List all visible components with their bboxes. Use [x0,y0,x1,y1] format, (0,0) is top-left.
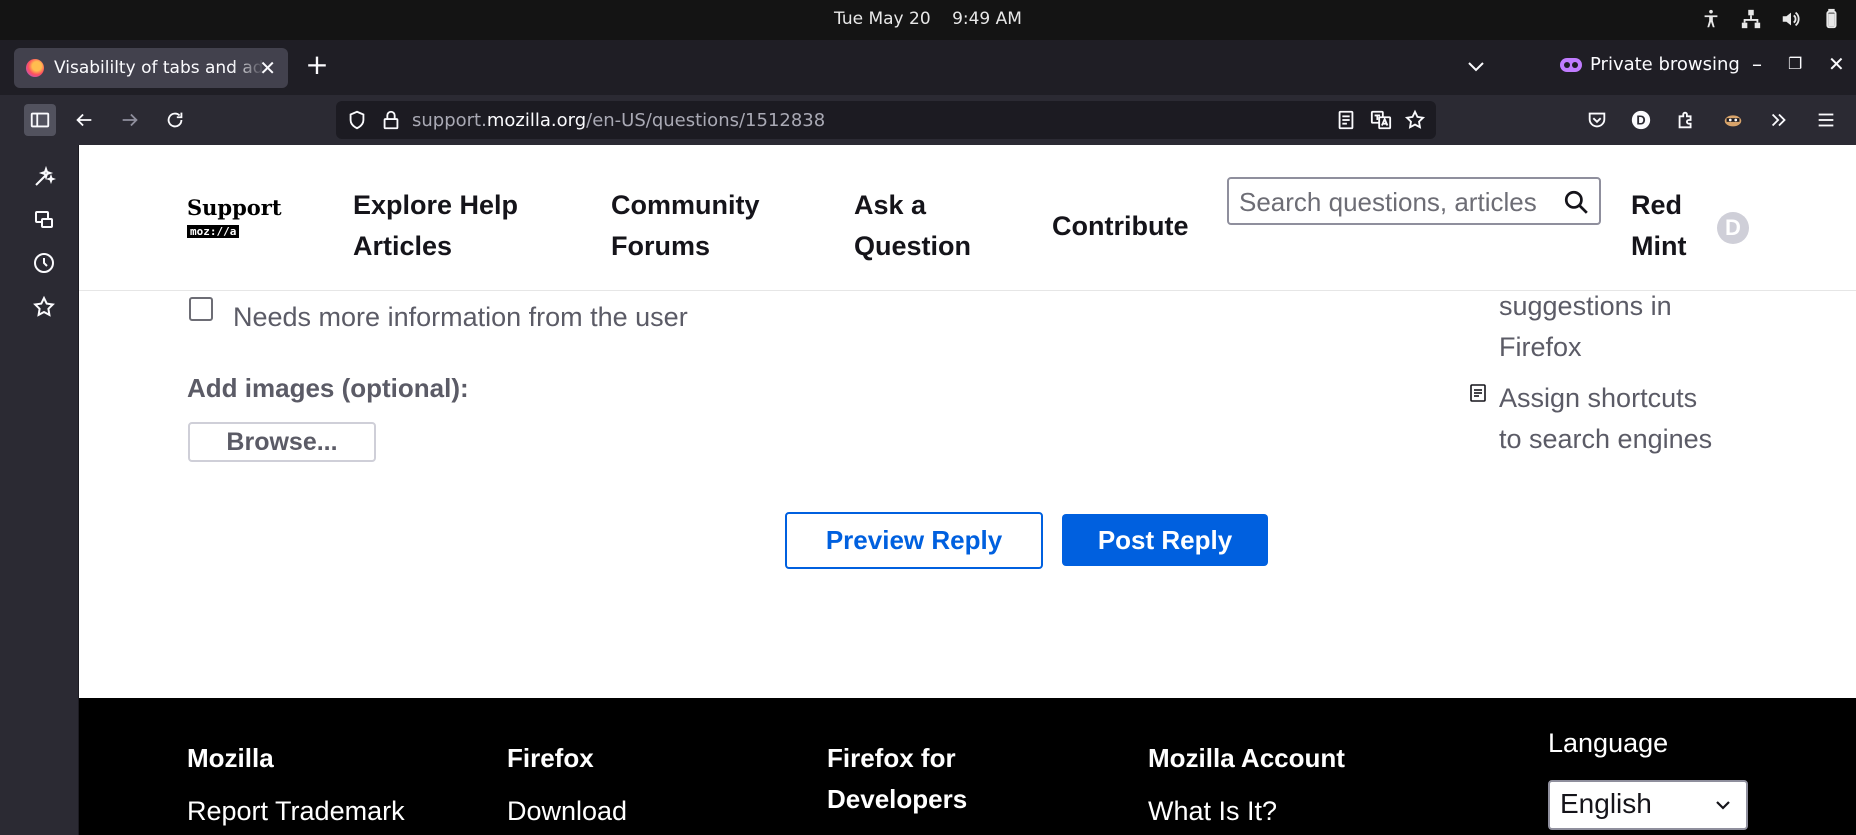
needs-info-label[interactable]: Needs more information from the user [233,302,688,333]
arrow-right-icon [122,113,138,127]
nav-ask-a-question[interactable]: Ask a Question [854,185,971,267]
double-chevron-right-icon [1771,113,1786,127]
system-time: 9:49 AM [952,9,1022,29]
tab-active[interactable]: Visabililty of tabs and add ✕ [14,48,288,88]
related-article-link[interactable]: Assign shortcuts to search engines [1499,378,1712,460]
preview-reply-button[interactable]: Preview Reply [785,512,1043,569]
close-window-button[interactable]: ✕ [1828,52,1845,76]
profile-button[interactable]: D [1625,104,1657,136]
puzzle-icon [1678,111,1692,129]
restore-window-button[interactable]: ❐ [1788,54,1802,73]
system-clock[interactable]: Tue May 20 9:49 AM [0,9,1856,29]
sidebar-icon [30,112,50,128]
site-header: Support moz://a Explore Help Articles Co… [79,145,1856,291]
mozilla-support-logo[interactable]: Support moz://a [187,195,282,239]
search-icon[interactable] [1563,189,1589,215]
app-menu-button[interactable] [1810,104,1842,136]
svg-text:D: D [1636,113,1645,128]
footer-heading-firefox-developers: Firefox for Developers [827,743,968,814]
new-tab-button[interactable]: + [302,50,332,80]
nav-community-forums[interactable]: Community Forums [611,185,760,267]
needs-info-checkbox[interactable] [189,297,213,321]
network-icon[interactable] [1740,8,1762,30]
web-page: Support moz://a Explore Help Articles Co… [79,145,1856,835]
volume-icon[interactable] [1780,8,1802,30]
url-domain-prefix: support. [412,110,487,131]
tab-strip: Visabililty of tabs and add ✕ + Private … [0,40,1856,95]
address-bar[interactable]: support.mozilla.org/en-US/questions/1512… [336,101,1436,139]
minimize-window-button[interactable]: – [1752,52,1762,76]
language-select[interactable]: English [1548,780,1748,830]
overflow-menu-button[interactable] [1763,104,1795,136]
hamburger-menu-icon [1818,113,1834,127]
browse-button[interactable]: Browse... [188,422,376,462]
reader-view-icon[interactable] [1335,109,1357,131]
list-all-tabs-button[interactable] [1466,56,1486,80]
system-tray[interactable] [1700,8,1842,30]
footer-heading-mozilla: Mozilla [187,743,274,773]
firefox-favicon-icon [26,59,44,77]
synced-tabs-icon[interactable] [32,208,56,232]
language-label: Language [1548,728,1669,758]
nav-contribute[interactable]: Contribute [1052,206,1188,247]
footer-link-report-trademark[interactable]: Report Trademark [187,796,405,827]
accessibility-icon[interactable] [1700,8,1722,30]
sidebar-toggle-button[interactable] [24,104,56,136]
chevron-down-icon [1716,801,1730,810]
close-tab-icon[interactable]: ✕ [259,56,276,80]
language-selected-value: English [1560,788,1652,819]
chevron-down-icon [1468,62,1484,72]
bookmark-star-icon[interactable] [1404,109,1426,131]
fox-extension-icon [1724,115,1742,127]
pocket-button[interactable] [1581,104,1613,136]
document-icon [1470,384,1486,402]
logo-text: Support [187,195,282,220]
tracking-protection-shield-icon[interactable] [346,109,368,131]
lock-icon[interactable] [380,109,402,131]
search-input[interactable] [1239,187,1549,217]
extensions-button[interactable] [1670,104,1702,136]
ai-chatbot-icon[interactable] [32,165,56,189]
reload-button[interactable] [159,104,191,136]
footer-heading-mozilla-account: Mozilla Account [1148,743,1345,773]
system-date: Tue May 20 [834,9,931,29]
search-box [1227,177,1601,225]
nav-explore-help-articles[interactable]: Explore Help Articles [353,185,518,267]
add-images-label: Add images (optional): [187,373,469,403]
extension-button[interactable] [1717,104,1749,136]
related-article-partial[interactable]: suggestions in Firefox [1499,286,1672,368]
user-name-link[interactable]: Red Mint [1631,185,1686,267]
bookmarks-star-icon[interactable] [32,295,56,319]
reload-icon [167,112,183,128]
system-top-bar: Tue May 20 9:49 AM [0,0,1856,40]
pocket-icon [1588,112,1606,128]
private-browsing-label: Private browsing [1590,54,1740,75]
private-mask-icon [1560,57,1582,72]
tab-title: Visabililty of tabs and add [54,58,264,78]
history-icon[interactable] [32,251,56,275]
arrow-left-icon [76,113,92,127]
url-path: /en-US/questions/1512838 [586,110,826,131]
footer-heading-firefox: Firefox [507,743,594,773]
account-d-icon: D [1631,110,1651,130]
browser-sidebar [0,145,79,835]
footer-link-what-is-it[interactable]: What Is It? [1148,796,1277,827]
url-text[interactable]: support.mozilla.org/en-US/questions/1512… [412,110,825,131]
forward-button[interactable] [114,104,146,136]
back-button[interactable] [68,104,100,136]
battery-icon[interactable] [1820,8,1842,30]
navigation-toolbar: support.mozilla.org/en-US/questions/1512… [0,95,1856,145]
logo-badge: moz://a [187,225,240,238]
url-domain: mozilla.org [486,110,587,131]
user-avatar[interactable]: D [1717,212,1749,244]
private-browsing-indicator: Private browsing [1560,54,1740,75]
post-reply-button[interactable]: Post Reply [1062,514,1268,566]
footer-link-download[interactable]: Download [507,796,627,827]
translate-icon[interactable] [1370,109,1392,131]
site-footer: Mozilla Report Trademark Firefox Downloa… [79,698,1856,835]
